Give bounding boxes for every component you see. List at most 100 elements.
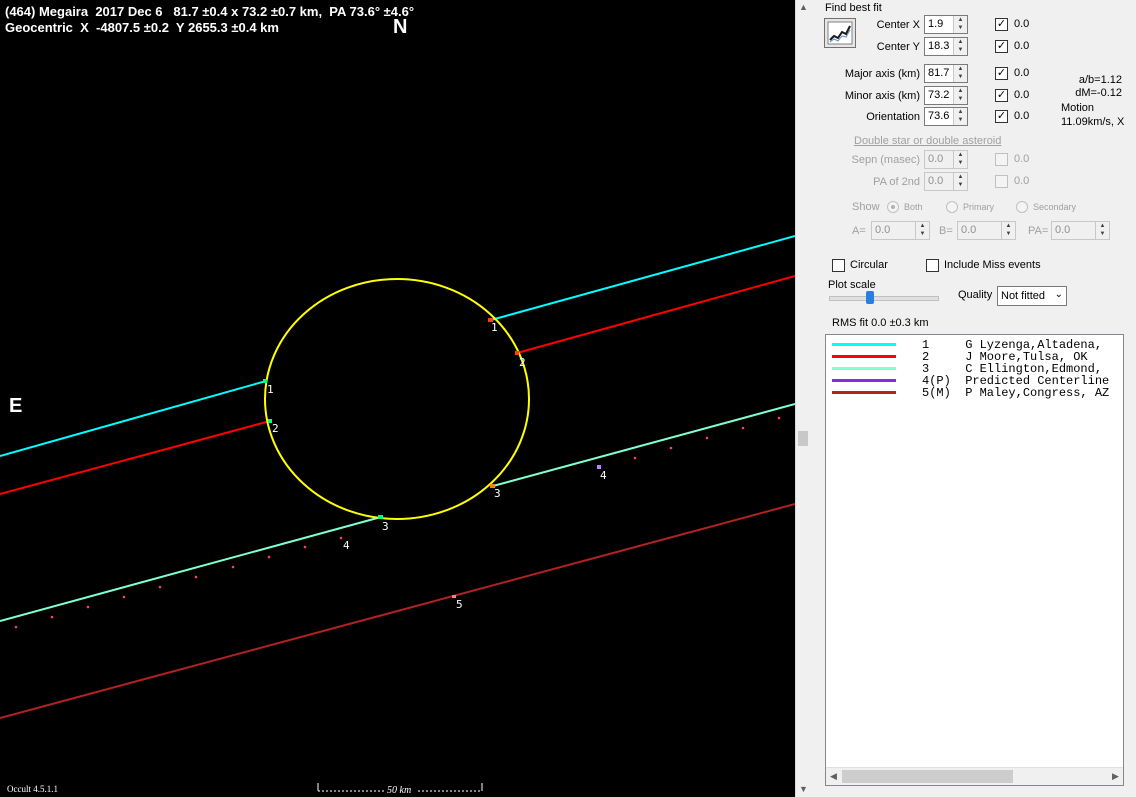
- chord-2-left: [0, 420, 271, 495]
- b-input[interactable]: 0.0 ▲ ▼: [957, 221, 1016, 240]
- pa2nd-label: PA of 2nd: [873, 176, 920, 188]
- pa-input[interactable]: 0.0 ▲ ▼: [1051, 221, 1110, 240]
- east-label: E: [9, 395, 23, 417]
- motion-value: 11.09km/s, X: [1061, 116, 1125, 128]
- chord-label-1-left: 1: [267, 383, 274, 396]
- legend-line-3: [832, 367, 896, 370]
- legend-line-1: [832, 343, 896, 346]
- chord-legend-list[interactable]: 1 G Lyzenga,Altadena, 2 J Moore,Tulsa, O…: [825, 334, 1124, 786]
- orientation-checkbox[interactable]: ✓: [995, 110, 1008, 123]
- quality-select[interactable]: Not fitted ⌄: [997, 286, 1067, 306]
- fit-panel: Find best fit Center X 1.9 ▲ ▼ ✓ 0.0 Cente…: [811, 0, 1136, 797]
- plot-title: (464) Megaira 2017 Dec 6 81.7 ±0.4 x 73.…: [5, 4, 415, 19]
- chord-2-right: [516, 275, 795, 354]
- legend-text-5: 5(M) P Maley,Congress, AZ: [922, 386, 1110, 400]
- a-input[interactable]: 0.0 ▲ ▼: [871, 221, 930, 240]
- center-y-input[interactable]: 18.3 ▲ ▼: [924, 37, 968, 56]
- center-y-checkbox[interactable]: ✓: [995, 40, 1008, 53]
- show-both-label: Both: [904, 202, 923, 212]
- circular-label: Circular: [850, 259, 888, 271]
- sepn-checkbox[interactable]: [995, 153, 1008, 166]
- show-primary-radio[interactable]: [946, 201, 958, 213]
- legend-scroll-thumb[interactable]: [842, 770, 1013, 783]
- scroll-up-icon[interactable]: ▲: [796, 0, 811, 15]
- major-axis-check-value: 0.0: [1014, 67, 1030, 79]
- minor-axis-input[interactable]: 73.2 ▲ ▼: [924, 86, 968, 105]
- include-miss-checkbox[interactable]: [926, 259, 939, 272]
- minor-axis-checkbox[interactable]: ✓: [995, 89, 1008, 102]
- show-both-radio[interactable]: [887, 201, 899, 213]
- scroll-right-icon[interactable]: ▶: [1108, 768, 1123, 785]
- motion-label: Motion: [1061, 102, 1095, 114]
- chord-label-3-left: 3: [382, 520, 389, 533]
- center-x-label: Center X: [876, 19, 920, 31]
- show-secondary-radio[interactable]: [1016, 201, 1028, 213]
- event-markers: [263, 318, 519, 519]
- center-x-checkbox[interactable]: ✓: [995, 18, 1008, 31]
- vertical-scrollbar[interactable]: ▲ ▼: [795, 0, 811, 797]
- center-y-check-value: 0.0: [1014, 40, 1030, 52]
- legend-line-4: [832, 379, 896, 382]
- plot-scale-track[interactable]: [829, 296, 939, 301]
- scale-label: 50 km: [387, 785, 412, 796]
- show-secondary-label: Secondary: [1033, 202, 1077, 212]
- chord-label-2-left: 2: [272, 422, 279, 435]
- scroll-thumb[interactable]: [798, 431, 808, 446]
- pa2nd-check-value: 0.0: [1014, 175, 1030, 187]
- major-axis-checkbox[interactable]: ✓: [995, 67, 1008, 80]
- chevron-down-icon: ⌄: [1054, 289, 1063, 300]
- north-label: N: [393, 16, 408, 38]
- double-star-link[interactable]: Double star or double asteroid: [854, 135, 1001, 147]
- legend-line-2: [832, 355, 896, 358]
- center-x-input[interactable]: 1.9 ▲ ▼: [924, 15, 968, 34]
- occultation-plot[interactable]: 1 2 1 2 3 3 4 4 5 (464) Megaira 2017 Dec…: [0, 0, 795, 797]
- chord-1-right: [490, 235, 795, 321]
- circular-checkbox[interactable]: [832, 259, 845, 272]
- predicted-centerline-dots: [14, 416, 781, 629]
- rms-fit-label: RMS fit 0.0 ±0.3 km: [832, 317, 929, 329]
- show-primary-label: Primary: [963, 202, 994, 212]
- pa-label: PA=: [1028, 225, 1049, 237]
- chord-label-4-left: 4: [343, 539, 350, 552]
- chord-label-1-right: 1: [491, 321, 498, 334]
- quality-label: Quality: [958, 289, 993, 301]
- plot-scale-label: Plot scale: [828, 279, 876, 291]
- ab-ratio: a/b=1.12: [1078, 74, 1122, 86]
- chord-3-left: [0, 516, 382, 622]
- show-label: Show: [852, 201, 880, 213]
- orientation-label: Orientation: [866, 111, 920, 123]
- chord-label-5: 5: [456, 598, 463, 611]
- scroll-down-icon[interactable]: ▼: [796, 782, 811, 797]
- legend-line-5: [832, 391, 896, 394]
- minor-axis-label: Minor axis (km): [844, 90, 920, 102]
- b-label: B=: [939, 225, 953, 237]
- fitted-ellipse: [264, 278, 530, 520]
- minor-axis-check-value: 0.0: [1014, 89, 1030, 101]
- chord-label-2-right: 2: [519, 356, 526, 369]
- pa2nd-input[interactable]: 0.0 ▲ ▼: [924, 172, 968, 191]
- version-label: Occult 4.5.1.1: [7, 784, 58, 794]
- orientation-check-value: 0.0: [1014, 110, 1030, 122]
- major-axis-label: Major axis (km): [844, 68, 920, 80]
- chord-3-right: [492, 403, 795, 487]
- center-x-check-value: 0.0: [1014, 18, 1030, 30]
- legend-horizontal-scrollbar[interactable]: ◀ ▶: [826, 767, 1123, 785]
- chord-label-4-right: 4: [600, 469, 607, 482]
- chord-1-left: [0, 380, 267, 457]
- plot-scale-thumb[interactable]: [866, 291, 874, 304]
- find-best-fit-label: Find best fit: [825, 2, 882, 14]
- chord-5-miss: [0, 503, 795, 719]
- center-y-label: Center Y: [876, 41, 920, 53]
- include-miss-label: Include Miss events: [944, 259, 1041, 271]
- major-axis-input[interactable]: 81.7 ▲ ▼: [924, 64, 968, 83]
- sepn-input[interactable]: 0.0 ▲ ▼: [924, 150, 968, 169]
- pa2nd-checkbox[interactable]: [995, 175, 1008, 188]
- list-item[interactable]: 5(M) P Maley,Congress, AZ: [826, 386, 1123, 400]
- a-label: A=: [852, 225, 866, 237]
- scroll-left-icon[interactable]: ◀: [826, 768, 841, 785]
- chord-label-3-right: 3: [494, 487, 501, 500]
- sepn-check-value: 0.0: [1014, 153, 1030, 165]
- orientation-input[interactable]: 73.6 ▲ ▼: [924, 107, 968, 126]
- plot-subtitle: Geocentric X -4807.5 ±0.2 Y 2655.3 ±0.4 …: [5, 20, 279, 35]
- plot-canvas: 1 2 1 2 3 3 4 4 5: [0, 235, 795, 792]
